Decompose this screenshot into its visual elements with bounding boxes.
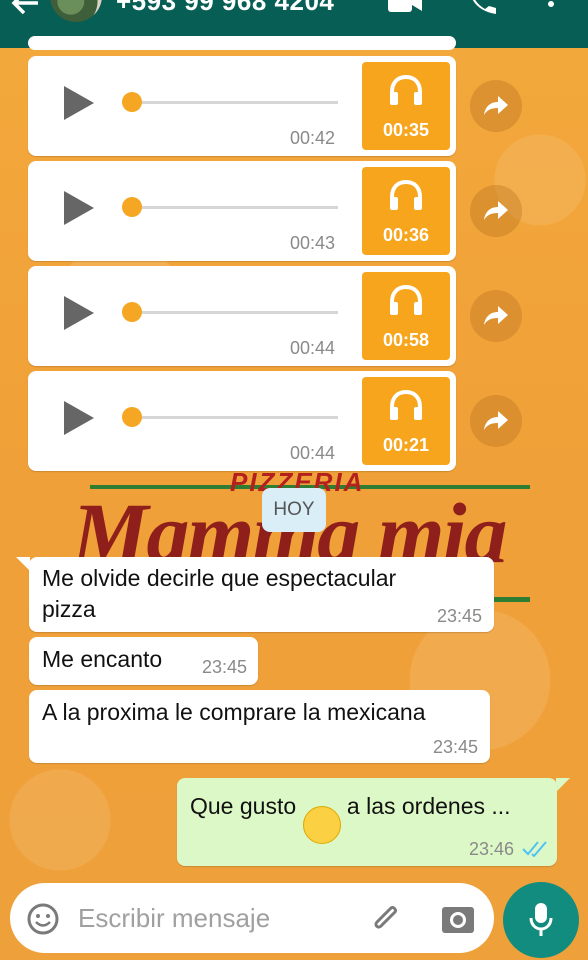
headphones-icon xyxy=(390,284,422,315)
incoming-message[interactable]: Me olvide decirle que espectacular pizza… xyxy=(29,557,494,632)
incoming-message[interactable]: A la proxima le comprare la mexicana 23:… xyxy=(29,690,490,763)
forward-arrow-icon xyxy=(484,96,508,115)
audio-timestamp: 00:44 xyxy=(290,338,336,358)
play-icon[interactable] xyxy=(64,401,94,435)
audio-badge: 00:36 xyxy=(362,167,450,255)
audio-badge: 00:35 xyxy=(362,62,450,150)
audio-seek-handle[interactable] xyxy=(122,302,142,322)
message-timestamp: 23:45 xyxy=(437,606,483,626)
forward-arrow-icon xyxy=(484,411,508,430)
headphones-icon xyxy=(390,179,422,210)
incoming-message[interactable]: Me encanto 23:45 xyxy=(29,637,258,685)
more-options-icon[interactable] xyxy=(545,0,557,16)
message-text: Que gusto 😁 a las ordenes ... xyxy=(190,791,511,844)
previous-audio-message-partial xyxy=(28,36,456,50)
message-text-after-emoji: a las ordenes ... xyxy=(346,793,511,819)
play-icon[interactable] xyxy=(64,86,94,120)
contact-name[interactable]: +593 99 968 4204 xyxy=(116,0,334,17)
message-composer: Escribir mensaje xyxy=(10,883,494,953)
video-call-icon[interactable] xyxy=(386,0,424,16)
forward-arrow-icon xyxy=(484,306,508,325)
audio-seek-handle[interactable] xyxy=(122,197,142,217)
headphones-icon xyxy=(390,74,422,105)
date-divider-chip: HOY xyxy=(262,488,326,532)
audio-badge: 00:21 xyxy=(362,377,450,465)
bubble-tail xyxy=(16,557,30,571)
emoji-icon[interactable] xyxy=(26,902,60,936)
audio-timestamp: 00:44 xyxy=(290,443,336,463)
audio-progress-track[interactable] xyxy=(128,206,338,209)
message-timestamp: 23:45 xyxy=(433,737,479,757)
voice-call-icon[interactable] xyxy=(466,0,500,16)
audio-duration: 00:58 xyxy=(382,330,430,350)
microphone-icon xyxy=(529,903,553,936)
play-icon[interactable] xyxy=(64,191,94,225)
back-arrow-icon[interactable] xyxy=(8,0,44,18)
forward-button[interactable] xyxy=(470,395,522,447)
audio-message: 00:42 00:35 xyxy=(28,56,456,156)
audio-badge: 00:58 xyxy=(362,272,450,360)
voice-record-button[interactable] xyxy=(503,882,579,958)
forward-button[interactable] xyxy=(470,80,522,132)
message-timestamp: 23:46 xyxy=(469,839,515,859)
audio-message: 00:44 00:58 xyxy=(28,266,456,366)
audio-progress-track[interactable] xyxy=(128,101,338,104)
message-input[interactable]: Escribir mensaje xyxy=(78,903,270,934)
message-text-before-emoji: Que gusto xyxy=(190,793,297,819)
attach-paperclip-icon[interactable] xyxy=(368,901,404,937)
audio-duration: 00:36 xyxy=(382,225,430,245)
audio-message: 00:43 00:36 xyxy=(28,161,456,261)
forward-button[interactable] xyxy=(470,290,522,342)
headphones-icon xyxy=(390,389,422,420)
audio-duration: 00:35 xyxy=(382,120,430,140)
audio-seek-handle[interactable] xyxy=(122,407,142,427)
message-text: A la proxima le comprare la mexicana xyxy=(42,699,426,725)
audio-seek-handle[interactable] xyxy=(122,92,142,112)
contact-avatar[interactable] xyxy=(50,0,102,22)
message-timestamp: 23:45 xyxy=(202,657,248,677)
bubble-tail xyxy=(556,778,570,792)
message-text-line: pizza xyxy=(42,596,96,622)
audio-progress-track[interactable] xyxy=(128,416,338,419)
forward-button[interactable] xyxy=(470,185,522,237)
audio-timestamp: 00:42 xyxy=(290,128,336,148)
outgoing-message[interactable]: Que gusto 😁 a las ordenes ... 23:46 xyxy=(177,778,557,866)
play-icon[interactable] xyxy=(64,296,94,330)
camera-icon[interactable] xyxy=(440,901,476,935)
message-text: Me encanto xyxy=(42,646,163,672)
audio-message: 00:44 00:21 xyxy=(28,371,456,471)
audio-progress-track[interactable] xyxy=(128,311,338,314)
audio-duration: 00:21 xyxy=(382,435,430,455)
audio-timestamp: 00:43 xyxy=(290,233,336,253)
message-text-line: Me olvide decirle que espectacular xyxy=(42,565,397,591)
read-double-check-icon xyxy=(522,841,547,857)
forward-arrow-icon xyxy=(484,201,508,220)
grinning-emoji: 😁 xyxy=(302,806,341,844)
